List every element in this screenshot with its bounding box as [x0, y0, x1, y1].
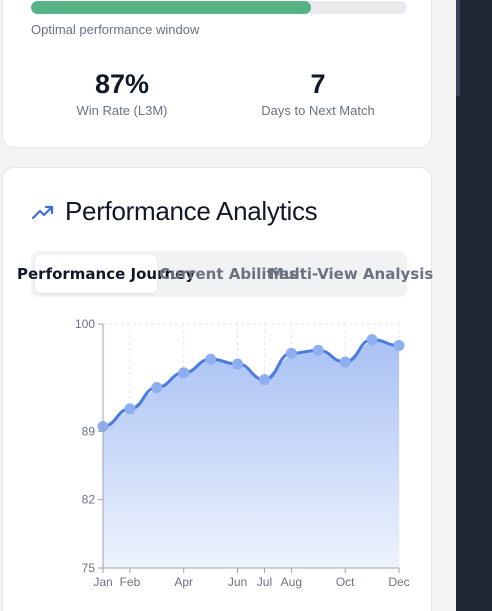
data-point [393, 339, 405, 351]
trending-up-icon [31, 205, 54, 219]
analytics-title: Performance Analytics [65, 196, 318, 226]
data-point [312, 344, 324, 356]
scrollbar-thumb[interactable] [456, 0, 460, 96]
stat-value: 7 [310, 69, 326, 99]
page: Optimal performance window 87% Win Rate … [0, 0, 492, 611]
stat-label: Days to Next Match [261, 103, 375, 118]
data-point [366, 334, 378, 346]
x-tick-label: Apr [174, 575, 193, 589]
y-tick-label: 82 [82, 493, 96, 507]
stat-value: 87% [94, 69, 150, 99]
y-tick-label: 89 [82, 424, 96, 438]
x-tick-label: Jan [93, 575, 112, 589]
x-tick-label: Aug [281, 575, 302, 589]
data-point [232, 358, 244, 370]
progress-caption: Optimal performance window [31, 22, 200, 37]
data-point [151, 381, 163, 393]
x-tick-label: Jul [257, 575, 272, 589]
performance-progress-bar [31, 1, 407, 14]
analytics-header: Performance Analytics [31, 196, 318, 227]
y-tick-label: 100 [75, 317, 95, 331]
side-rail [456, 0, 492, 611]
performance-summary-card: Optimal performance window 87% Win Rate … [2, 0, 432, 148]
x-tick-label: Jun [228, 575, 247, 589]
x-tick-label: Oct [336, 575, 355, 589]
stat-win-rate: 87% Win Rate (L3M) [37, 69, 207, 118]
stat-next-match: 7 Days to Next Match [233, 69, 403, 118]
stat-label: Win Rate (L3M) [76, 103, 168, 118]
data-point [205, 353, 217, 365]
y-tick-label: 75 [82, 561, 96, 575]
data-point [339, 356, 351, 368]
performance-analytics-card: Performance Analytics Performance Journe… [2, 167, 433, 611]
performance-progress-fill [31, 1, 312, 14]
x-tick-label: Dec [388, 575, 409, 589]
data-point [285, 347, 297, 359]
data-point [124, 403, 136, 415]
data-point [178, 367, 190, 379]
tab-multi-view-analysis[interactable]: Multi-View Analysis [269, 255, 433, 293]
tab-label: Multi-View Analysis [269, 265, 434, 283]
performance-journey-chart: 75 82 89 100 Jan Feb Apr Jun Jul Aug Oct Dec [75, 317, 410, 589]
data-point [258, 374, 270, 386]
analytics-tabs: Performance Journey Current Abilities Mu… [17, 251, 433, 297]
tab-performance-journey[interactable]: Performance Journey [17, 255, 195, 293]
x-tick-label: Feb [120, 575, 141, 589]
